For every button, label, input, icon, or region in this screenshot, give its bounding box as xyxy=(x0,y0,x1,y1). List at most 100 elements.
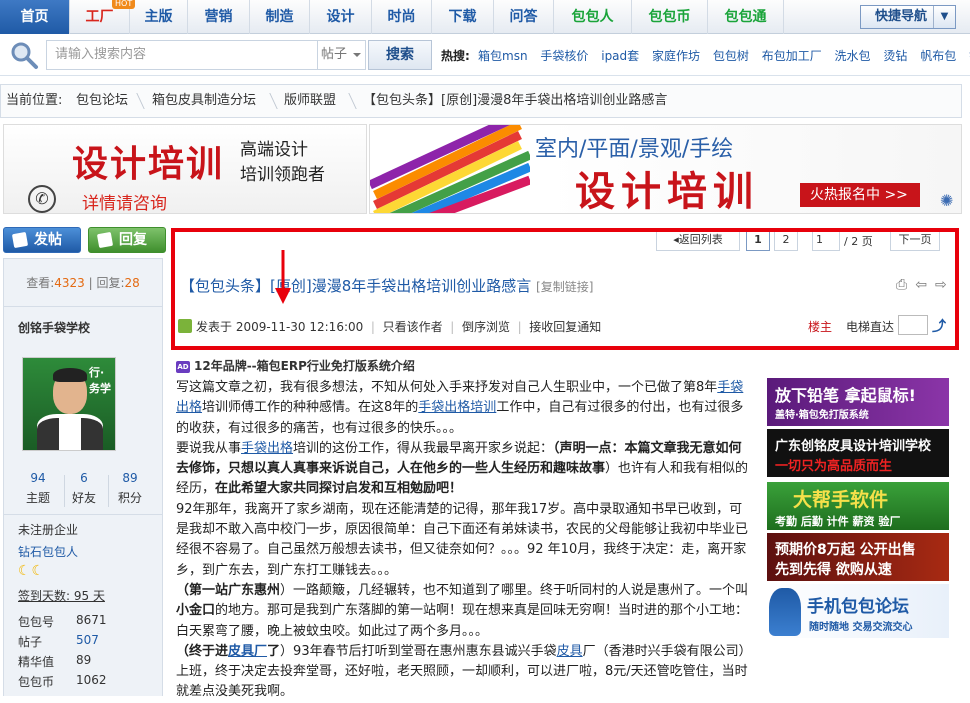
stat-friends[interactable]: 6 好友 xyxy=(64,471,104,506)
hot-link[interactable]: ipad套 xyxy=(601,49,639,63)
replies-count: 28 xyxy=(124,276,140,290)
nav-design[interactable]: 设计 xyxy=(310,0,372,34)
bold-text: （终于进 xyxy=(176,643,229,659)
nav-baobaoren[interactable]: 包包人 xyxy=(554,0,632,34)
ad-banner[interactable]: 放下铅笔 拿起鼠标! 盖特·箱包免打版系统 xyxy=(767,378,949,426)
profile-field: 精华值 89 xyxy=(18,653,91,670)
breadcrumb-separator xyxy=(260,93,278,109)
stat-value: 6 xyxy=(80,471,88,485)
hot-link[interactable]: 箱包msn xyxy=(478,49,528,63)
hot-link[interactable]: 家庭作坊 xyxy=(652,49,700,63)
reply-icon xyxy=(96,231,114,249)
dropdown-arrow-icon xyxy=(353,53,361,61)
avatar-suit xyxy=(37,418,103,450)
stat-value: 94 xyxy=(30,471,46,485)
nav-manufacture[interactable]: 制造 xyxy=(250,0,310,34)
stat-points[interactable]: 89 积分 xyxy=(110,471,150,506)
text: ）93年春节后打听到堂哥在惠州惠东县诚兴手袋 xyxy=(280,643,557,659)
thread-stats: 查看:4323 | 回复:28 xyxy=(4,259,162,307)
hot-link[interactable]: 帆布包 xyxy=(920,49,956,63)
keyword-link[interactable]: 手袋出格 xyxy=(241,441,293,456)
ad-subline: 随时随地 交易交流交心 xyxy=(809,622,913,633)
ad-headline: 手机包包论坛 xyxy=(807,597,909,617)
quick-nav-label: 快捷导航 xyxy=(875,9,928,24)
user-rank[interactable]: 钻石包包人 xyxy=(18,543,78,560)
paragraph: 92年那年，我离开了家乡湖南，现在还能清楚的记得，那年我17岁。高中录取通知书早… xyxy=(176,501,749,578)
search-input[interactable]: 请输入搜索内容 xyxy=(46,40,318,70)
ad-headline: 预期价8万起 公开出售 xyxy=(775,542,916,558)
reply-label: 回复 xyxy=(119,232,147,248)
keyword-link[interactable]: 皮具厂 xyxy=(228,644,267,659)
avatar[interactable]: 行·务学 xyxy=(22,357,116,451)
text: 培训的这份工作，得从我最早离开家乡说起： xyxy=(293,440,554,456)
nav-marketing[interactable]: 营销 xyxy=(188,0,250,34)
search-type-label: 帖子 xyxy=(321,47,348,62)
ad-subline: 先到先得 欲购从速 xyxy=(775,562,892,578)
banner-design-training[interactable]: 设计培训 高端设计 培训领跑者 ✆ 详情请咨询 xyxy=(3,124,367,214)
field-value: 8671 xyxy=(76,613,107,627)
ad-banner[interactable]: 大帮手软件 考勤 后勤 计件 薪资 验厂 xyxy=(767,482,949,530)
reply-button[interactable]: 回复 xyxy=(88,227,166,253)
stat-label: 积分 xyxy=(117,491,142,505)
user-group: 未注册企业 xyxy=(18,523,79,537)
nav-baobaotong[interactable]: 包包通 xyxy=(708,0,784,34)
stat-topics[interactable]: 94 主题 xyxy=(18,471,58,506)
hot-link[interactable]: 手袋核价 xyxy=(540,49,588,63)
nav-home[interactable]: 首页 xyxy=(0,0,70,34)
field-value: 89 xyxy=(76,653,92,667)
hot-link[interactable]: 布包加工厂 xyxy=(762,49,822,63)
nav-baobaobi[interactable]: 包包币 xyxy=(632,0,708,34)
ad-headline: 大帮手软件 xyxy=(793,489,889,511)
field-value: 1062 xyxy=(76,673,107,687)
breadcrumb-separator xyxy=(127,93,145,109)
pencil-icon xyxy=(11,231,29,249)
hot-link[interactable]: 烫钻 xyxy=(883,49,907,63)
text: ）一路颠簸，几经辗转，也不知道到了哪里。终于听同村的人说是惠州了。一个叫 xyxy=(280,582,749,598)
new-post-label: 发帖 xyxy=(34,232,62,248)
bold-text: （第一站广东惠州 xyxy=(176,582,281,598)
new-post-button[interactable]: 发帖 xyxy=(3,227,81,253)
phone-icon: ✆ xyxy=(28,185,56,213)
ad-subline: 盖特·箱包免打版系统 xyxy=(775,410,869,421)
profile-field: 包包号 8671 xyxy=(18,613,107,630)
nav-qa[interactable]: 问答 xyxy=(494,0,554,34)
signin-days[interactable]: 签到天数: 95 天 xyxy=(18,587,105,604)
nav-main[interactable]: 主版 xyxy=(130,0,188,34)
breadcrumb-item[interactable]: 包包论坛 xyxy=(76,85,128,117)
breadcrumb-item[interactable]: 【包包头条】[原创]漫漫8年手袋出格培训创业路感言 xyxy=(363,85,667,117)
text: 的地方。那可是我到广东落脚的第一站啊！现在想来真是回味无穷啊！当时进的那个小工地… xyxy=(176,603,749,639)
keyword-link[interactable]: 手袋出格培训 xyxy=(418,400,496,415)
hot-search-links: 箱包msn 手袋核价 ipad套 家庭作坊 包包树 布包加工厂 洗水包 烫钻 帆… xyxy=(478,47,970,64)
banner-design-course[interactable]: 室内/平面/景观/手绘 设计培训 火热报名中 >> ✺ xyxy=(369,124,962,214)
field-key: 包包币 xyxy=(18,675,55,689)
hot-search-label: 热搜: xyxy=(441,49,470,63)
search-button[interactable]: 搜索 xyxy=(368,40,432,70)
ad-banner[interactable]: 预期价8万起 公开出售 先到先得 欲购从速 xyxy=(767,533,949,581)
hot-link[interactable]: 洗水包 xyxy=(835,49,871,63)
nav-fashion[interactable]: 时尚 xyxy=(372,0,432,34)
ad-banner[interactable]: 广东创铭皮具设计培训学校 一切只为高品质而生 xyxy=(767,429,949,477)
quick-nav-button[interactable]: 快捷导航 ▼ xyxy=(860,5,956,29)
search-type-select[interactable]: 帖子 xyxy=(318,40,366,70)
bold-text: 了 xyxy=(267,643,281,659)
hot-link[interactable]: 包包树 xyxy=(713,49,749,63)
ad-link[interactable]: AD 12年品牌--箱包ERP行业免打版系统介绍 xyxy=(176,357,415,374)
top-nav: 首页 工厂 HOT 主版 营销 制造 设计 时尚 下载 问答 包包人 包包币 包… xyxy=(0,0,970,34)
paragraph: 写这篇文章之初，我有很多想法，不知从何处入手来抒发对自己人生职业中，一个已做了第… xyxy=(176,378,754,439)
moon-rank-icon: ☾☾ xyxy=(18,563,46,579)
replies-label: 回复: xyxy=(96,276,125,290)
avatar-caption: 行·务学 xyxy=(89,366,111,395)
field-value[interactable]: 507 xyxy=(76,633,99,647)
author-name[interactable]: 创铭手袋学校 xyxy=(18,319,90,336)
phone-figure-icon xyxy=(769,588,801,636)
ad-banner[interactable]: 手机包包论坛 随时随地 交易交流交心 xyxy=(767,584,949,638)
breadcrumb-item[interactable]: 版师联盟 xyxy=(284,85,336,117)
chevron-down-icon: ▼ xyxy=(933,6,955,28)
nav-download[interactable]: 下载 xyxy=(432,0,494,34)
bold-text: 小金口 xyxy=(176,603,216,619)
ad-headline: 广东创铭皮具设计培训学校 xyxy=(775,439,932,454)
keyword-link[interactable]: 皮具 xyxy=(557,644,583,659)
ad-subline: 一切只为高品质而生 xyxy=(775,459,893,474)
breadcrumb-item[interactable]: 箱包皮具制造分坛 xyxy=(152,85,256,117)
paragraph: 要说我从事手袋出格培训的这份工作，得从我最早离开家乡说起：（声明一点：本篇文章我… xyxy=(176,439,754,500)
